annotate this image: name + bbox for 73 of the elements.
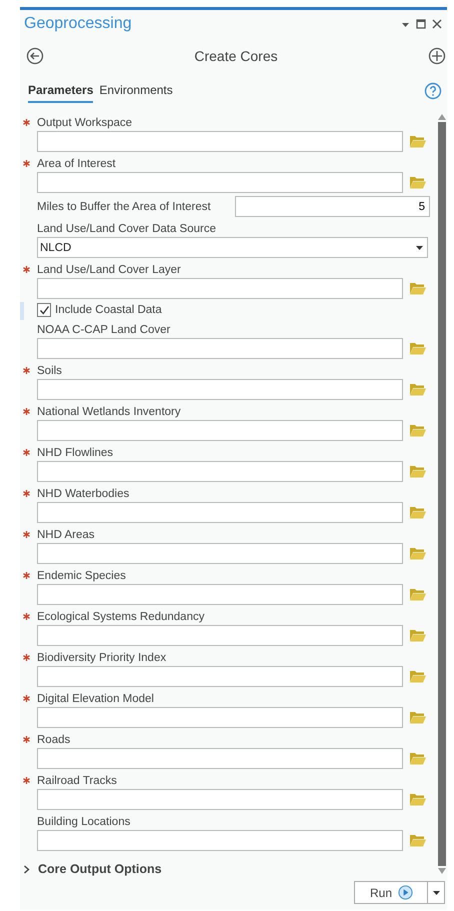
folder-icon[interactable] [410,752,426,765]
input-field[interactable] [37,543,403,564]
checkbox[interactable] [37,303,51,318]
parameter-label: Roads [37,734,70,746]
folder-icon[interactable] [410,135,426,148]
input-field[interactable] [37,461,403,482]
scroll-down-icon[interactable] [438,868,446,874]
parameter-label: Land Use/Land Cover Data Source [37,222,216,235]
parameter-label: NHD Waterbodies [37,488,130,500]
input-field[interactable] [37,789,403,810]
input-field[interactable] [37,666,403,687]
run-button[interactable]: Run [354,881,428,904]
parameter-label: Ecological Systems Redundancy [37,610,204,622]
folder-icon[interactable] [410,670,426,683]
parameter-label: Digital Elevation Model [37,692,154,704]
input-field[interactable] [37,379,403,400]
input-field[interactable] [37,278,403,300]
parameter-label: NOAA C-CAP Land Cover [37,324,170,336]
folder-icon[interactable] [410,629,426,642]
add-icon[interactable] [428,47,446,65]
back-icon[interactable] [26,47,44,65]
parameter-label: Soils [37,364,62,376]
folder-icon[interactable] [410,834,426,847]
parameter-label: Output Workspace [37,116,132,128]
folder-icon[interactable] [410,547,426,560]
parameter-label: Railroad Tracks [37,774,117,786]
checkbox-label: Include Coastal Data [55,304,162,316]
caret-icon [432,890,440,894]
tab[interactable]: Parameters [28,80,94,102]
parameter-label: Miles to Buffer the Area of Interest [37,200,211,213]
input-field[interactable] [37,131,403,152]
play-icon [398,885,413,900]
parameter-label: Area of Interest [37,158,116,170]
input-field[interactable]: 5 [235,196,430,218]
scrollbar[interactable] [437,114,446,874]
run-menu-button[interactable] [428,881,445,904]
folder-icon[interactable] [410,383,426,396]
folder-icon[interactable] [410,176,426,189]
parameter-label: NHD Flowlines [37,446,114,458]
parameter-label: Building Locations [37,816,130,828]
input-field[interactable] [37,748,403,769]
pane-title: Geoprocessing [24,15,132,33]
folder-icon[interactable] [410,282,426,296]
tool-title: Create Cores [194,48,278,64]
folder-icon[interactable] [410,711,426,724]
scroll-up-icon[interactable] [438,114,446,120]
maximize-icon[interactable] [416,19,426,29]
parameter-label: Land Use/Land Cover Layer [37,264,181,276]
parameter-label: Biodiversity Priority Index [37,652,166,664]
chevron-icon [23,864,30,874]
input-field[interactable] [37,830,403,851]
parameter-label: NHD Areas [37,528,95,540]
input-field[interactable] [37,338,403,359]
input-field[interactable] [37,584,403,605]
folder-icon[interactable] [410,506,426,519]
parameter-label: Endemic Species [37,570,126,582]
folder-icon[interactable] [410,793,426,806]
folder-icon[interactable] [410,588,426,601]
input-field[interactable] [37,420,403,441]
dropdown-field[interactable]: NLCD [37,237,428,258]
close-icon[interactable] [432,19,442,29]
folder-icon[interactable] [410,342,426,355]
help-icon[interactable] [424,82,442,100]
folder-icon[interactable] [410,465,426,478]
input-field[interactable] [37,172,403,193]
parameter-label: National Wetlands Inventory [37,406,181,418]
input-field[interactable] [37,625,403,646]
section-header[interactable]: Core Output Options [23,862,437,876]
folder-icon[interactable] [410,424,426,437]
caret-icon [416,246,423,250]
tab[interactable]: Environments [99,80,173,102]
input-field[interactable] [37,707,403,728]
input-field[interactable] [37,502,403,523]
